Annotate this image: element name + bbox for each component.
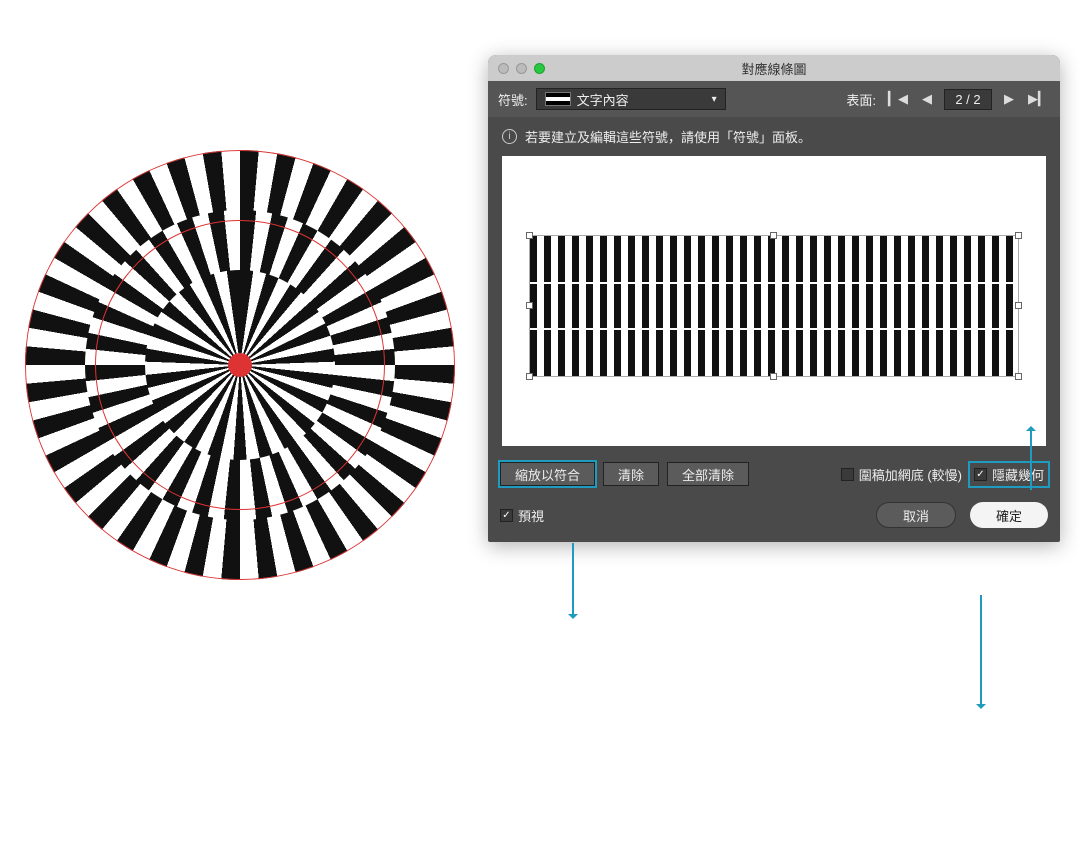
preview-artwork[interactable] <box>530 236 1018 376</box>
surface-label: 表面: <box>846 90 876 109</box>
preview-area[interactable] <box>502 156 1046 446</box>
bbox-handle[interactable] <box>770 232 777 239</box>
bbox-handle[interactable] <box>526 302 533 309</box>
checkbox-icon <box>500 509 513 522</box>
action-row: 縮放以符合 清除 全部清除 圍稿加網底 (較慢) 隱藏幾何 <box>488 458 1060 496</box>
titlebar[interactable]: 對應線條圖 <box>488 55 1060 81</box>
bbox-handle[interactable] <box>526 373 533 380</box>
bbox-handle[interactable] <box>770 373 777 380</box>
symbol-swatch-icon <box>545 92 571 106</box>
info-icon: i <box>502 129 517 144</box>
first-surface-button[interactable]: ▎◀ <box>886 91 910 107</box>
ok-button[interactable]: 確定 <box>970 502 1048 528</box>
hide-geometry-checkbox[interactable]: 隱藏幾何 <box>970 463 1048 486</box>
cancel-button[interactable]: 取消 <box>876 502 956 528</box>
dialog-title: 對應線條圖 <box>488 59 1060 78</box>
scale-to-fit-button[interactable]: 縮放以符合 <box>500 462 595 486</box>
footer-row: 預視 取消 確定 <box>488 496 1060 542</box>
checkbox-icon <box>841 468 854 481</box>
artwork-center <box>228 353 252 377</box>
annotation-arrow <box>1030 430 1032 490</box>
symbol-dropdown[interactable]: 文字內容 ▾ <box>536 88 726 110</box>
checkbox-label: 圍稿加網底 (較慢) <box>859 465 962 484</box>
info-text: 若要建立及編輯這些符號，請使用「符號」面板。 <box>525 127 811 146</box>
clear-all-button[interactable]: 全部清除 <box>667 462 749 486</box>
annotation-arrow <box>572 543 574 615</box>
bbox-handle[interactable] <box>1015 232 1022 239</box>
prev-surface-button[interactable]: ◀ <box>920 91 934 107</box>
chevron-down-icon: ▾ <box>712 94 717 105</box>
bbox-handle[interactable] <box>526 232 533 239</box>
shade-checkbox[interactable]: 圍稿加網底 (較慢) <box>841 465 962 484</box>
checkbox-icon <box>974 468 987 481</box>
canvas-artwork <box>25 150 455 580</box>
checkbox-label: 隱藏幾何 <box>992 465 1044 484</box>
map-art-dialog: 對應線條圖 符號: 文字內容 ▾ 表面: ▎◀ ◀ 2 / 2 ▶ ▶▎ i 若… <box>488 55 1060 542</box>
preview-checkbox[interactable]: 預視 <box>500 506 544 525</box>
info-row: i 若要建立及編輯這些符號，請使用「符號」面板。 <box>488 117 1060 156</box>
bbox-handle[interactable] <box>1015 373 1022 380</box>
bbox-handle[interactable] <box>1015 302 1022 309</box>
dialog-toolbar: 符號: 文字內容 ▾ 表面: ▎◀ ◀ 2 / 2 ▶ ▶▎ <box>488 81 1060 117</box>
last-surface-button[interactable]: ▶▎ <box>1026 91 1050 107</box>
checkbox-label: 預視 <box>518 506 544 525</box>
symbol-selected-label: 文字內容 <box>577 90 629 109</box>
symbol-label: 符號: <box>498 90 528 109</box>
next-surface-button[interactable]: ▶ <box>1002 91 1016 107</box>
clear-button[interactable]: 清除 <box>603 462 659 486</box>
annotation-arrow <box>980 595 982 705</box>
surface-index: 2 / 2 <box>944 89 992 110</box>
